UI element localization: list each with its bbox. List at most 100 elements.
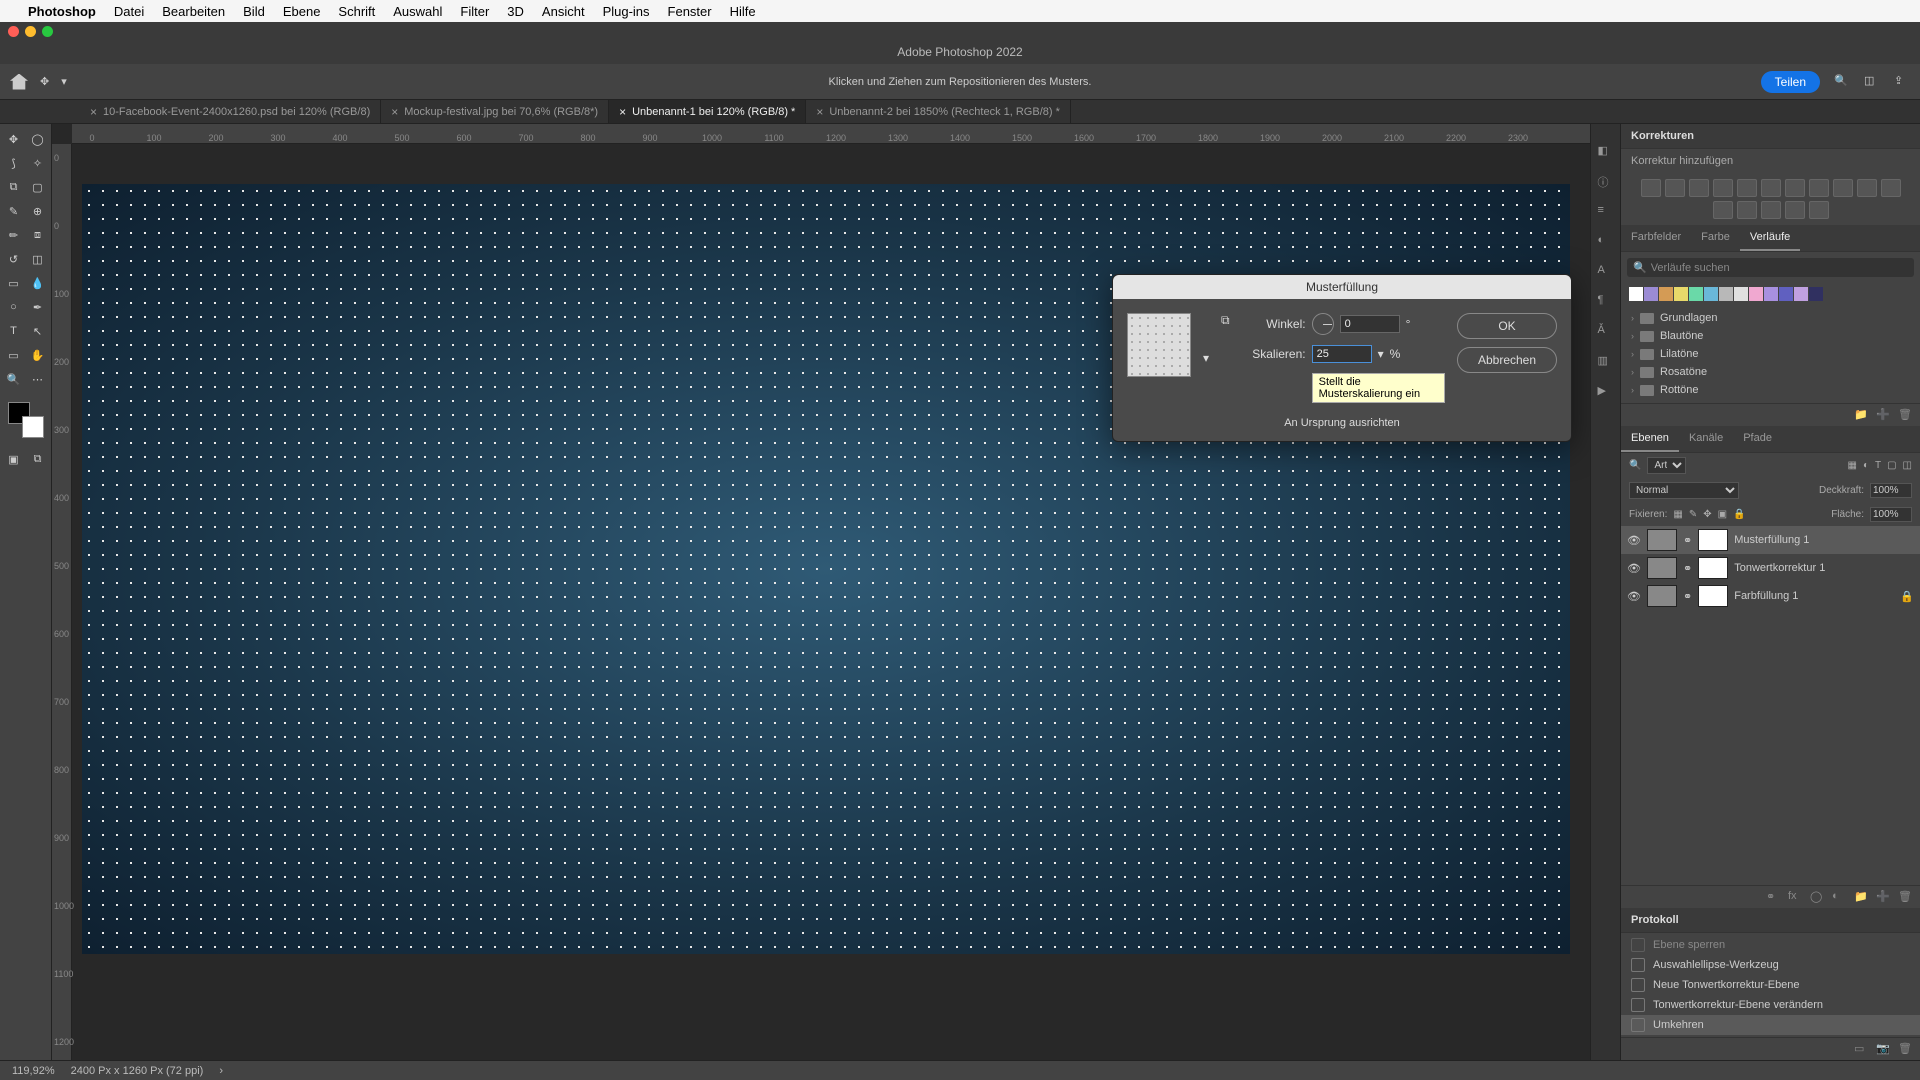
- home-icon[interactable]: [10, 74, 28, 90]
- eraser-tool-icon[interactable]: ◫: [27, 248, 49, 270]
- threshold-adj-icon[interactable]: [1761, 201, 1781, 219]
- brush-tool-icon[interactable]: ✏: [3, 224, 25, 246]
- color-panel-icon[interactable]: ◧: [1598, 144, 1614, 160]
- angle-input[interactable]: [1340, 315, 1400, 333]
- mac-menubar[interactable]: Photoshop Datei Bearbeiten Bild Ebene Sc…: [0, 0, 1920, 22]
- exposure-adj-icon[interactable]: [1713, 179, 1733, 197]
- cancel-button[interactable]: Abbrechen: [1457, 347, 1557, 373]
- visibility-icon[interactable]: 👁: [1627, 562, 1641, 575]
- pen-tool-icon[interactable]: ✒: [27, 296, 49, 318]
- curves-adj-icon[interactable]: [1689, 179, 1709, 197]
- gradient-folder[interactable]: ›Lilatöne: [1621, 345, 1920, 363]
- filter-icon[interactable]: 🔍: [1629, 460, 1641, 471]
- mask-thumb[interactable]: [1698, 529, 1728, 551]
- libraries-panel-icon[interactable]: ▥: [1598, 354, 1614, 370]
- layer-row[interactable]: 👁⚭Musterfüllung 1: [1621, 526, 1920, 554]
- angle-dial[interactable]: [1312, 313, 1334, 335]
- new-folder-icon[interactable]: 📁: [1854, 408, 1868, 422]
- layer-row[interactable]: 👁⚭Tonwertkorrektur 1: [1621, 554, 1920, 582]
- history-item[interactable]: Umkehren: [1621, 1015, 1920, 1035]
- close-tab-icon[interactable]: ×: [90, 105, 97, 119]
- gradients-search[interactable]: 🔍Verläufe suchen: [1627, 258, 1914, 277]
- menu-plugins[interactable]: Plug-ins: [603, 4, 650, 19]
- lock-position-icon[interactable]: ✥: [1703, 509, 1711, 520]
- search-icon[interactable]: 🔍: [1834, 74, 1850, 90]
- path-select-tool-icon[interactable]: ↖: [27, 320, 49, 342]
- photo-filter-adj-icon[interactable]: [1833, 179, 1853, 197]
- close-window-icon[interactable]: [8, 26, 19, 37]
- menu-auswahl[interactable]: Auswahl: [393, 4, 442, 19]
- menu-3d[interactable]: 3D: [507, 4, 524, 19]
- tab-pfade[interactable]: Pfade: [1733, 426, 1782, 452]
- link-to-layer-icon[interactable]: ⧉: [1221, 313, 1230, 328]
- pattern-dropdown-icon[interactable]: ▾: [1203, 351, 1209, 365]
- gradient-swatch[interactable]: [1809, 287, 1823, 301]
- dodge-tool-icon[interactable]: ○: [3, 296, 25, 318]
- bw-adj-icon[interactable]: [1809, 179, 1829, 197]
- properties-panel-icon[interactable]: ≡: [1598, 204, 1614, 220]
- visibility-icon[interactable]: 👁: [1627, 534, 1641, 547]
- menu-fenster[interactable]: Fenster: [668, 4, 712, 19]
- visibility-icon[interactable]: 👁: [1627, 590, 1641, 603]
- ok-button[interactable]: OK: [1457, 313, 1557, 339]
- poster-adj-icon[interactable]: [1737, 201, 1757, 219]
- fill-input[interactable]: [1870, 507, 1912, 522]
- marquee-ellipse-tool-icon[interactable]: ◯: [27, 128, 49, 150]
- frame-tool-icon[interactable]: ▢: [27, 176, 49, 198]
- tab-ebenen[interactable]: Ebenen: [1621, 426, 1679, 452]
- history-brush-tool-icon[interactable]: ↺: [3, 248, 25, 270]
- opacity-input[interactable]: [1870, 483, 1912, 498]
- tab-farbfelder[interactable]: Farbfelder: [1621, 225, 1691, 251]
- type-tool-icon[interactable]: T: [3, 320, 25, 342]
- info-panel-icon[interactable]: ⓘ: [1598, 174, 1614, 190]
- share-button[interactable]: Teilen: [1761, 71, 1820, 93]
- lock-transparency-icon[interactable]: ▦: [1673, 509, 1682, 520]
- tab-verlaeufe[interactable]: Verläufe: [1740, 225, 1800, 251]
- gradient-swatch[interactable]: [1674, 287, 1688, 301]
- rectangle-tool-icon[interactable]: ▭: [3, 344, 25, 366]
- layer-thumb[interactable]: [1647, 529, 1677, 551]
- canvas-area[interactable]: 0100200300400500600700800900100011001200…: [52, 124, 1590, 1060]
- gradient-tool-icon[interactable]: ▭: [3, 272, 25, 294]
- document-tab[interactable]: ×Mockup-festival.jpg bei 70,6% (RGB/8*): [381, 100, 609, 123]
- menu-hilfe[interactable]: Hilfe: [730, 4, 756, 19]
- gradient-swatch[interactable]: [1734, 287, 1748, 301]
- mask-thumb[interactable]: [1698, 585, 1728, 607]
- zoom-tool-icon[interactable]: 🔍: [3, 368, 25, 390]
- close-tab-icon[interactable]: ×: [619, 105, 626, 119]
- gradient-swatch[interactable]: [1794, 287, 1808, 301]
- color-swatches[interactable]: [8, 402, 44, 438]
- lock-all-icon[interactable]: 🔒: [1733, 509, 1745, 520]
- camera-icon[interactable]: 📷: [1876, 1042, 1890, 1056]
- trash-icon[interactable]: 🗑: [1898, 408, 1912, 422]
- tab-farbe[interactable]: Farbe: [1691, 225, 1740, 251]
- paint-bucket-tool-icon[interactable]: 💧: [27, 272, 49, 294]
- workspace-icon[interactable]: ◫: [1864, 74, 1880, 90]
- pattern-preview[interactable]: [1127, 313, 1191, 377]
- layer-row[interactable]: 👁⚭Farbfüllung 1🔒: [1621, 582, 1920, 610]
- layer-filter-select[interactable]: Art: [1647, 457, 1686, 474]
- gradient-swatch[interactable]: [1704, 287, 1718, 301]
- delete-layer-icon[interactable]: 🗑: [1898, 890, 1912, 904]
- levels-adj-icon[interactable]: [1665, 179, 1685, 197]
- share-export-icon[interactable]: ⇪: [1894, 74, 1910, 90]
- paragraph-panel-icon[interactable]: ¶: [1598, 294, 1614, 310]
- screenmode-icon[interactable]: ⧉: [27, 448, 49, 470]
- history-item[interactable]: Ebene sperren: [1621, 935, 1920, 955]
- trash-icon[interactable]: 🗑: [1898, 1042, 1912, 1056]
- mask-icon[interactable]: ◯: [1810, 890, 1824, 904]
- eyedropper-tool-icon[interactable]: ✎: [3, 200, 25, 222]
- scale-dropdown-icon[interactable]: ▾: [1378, 347, 1384, 361]
- filter-type-icon[interactable]: T: [1875, 460, 1881, 471]
- document-dimensions[interactable]: 2400 Px x 1260 Px (72 ppi): [71, 1065, 204, 1077]
- mask-thumb[interactable]: [1698, 557, 1728, 579]
- colbal-adj-icon[interactable]: [1785, 179, 1805, 197]
- snap-to-origin-link[interactable]: An Ursprung ausrichten: [1113, 417, 1571, 441]
- blend-mode-select[interactable]: Normal: [1629, 482, 1739, 499]
- history-item[interactable]: Auswahlellipse-Werkzeug: [1621, 955, 1920, 975]
- gradient-swatch[interactable]: [1764, 287, 1778, 301]
- document-tab[interactable]: ×Unbenannt-1 bei 120% (RGB/8) *: [609, 100, 806, 123]
- hand-tool-icon[interactable]: ✋: [27, 344, 49, 366]
- vibrance-adj-icon[interactable]: [1737, 179, 1757, 197]
- filter-pixel-icon[interactable]: ▦: [1847, 460, 1856, 471]
